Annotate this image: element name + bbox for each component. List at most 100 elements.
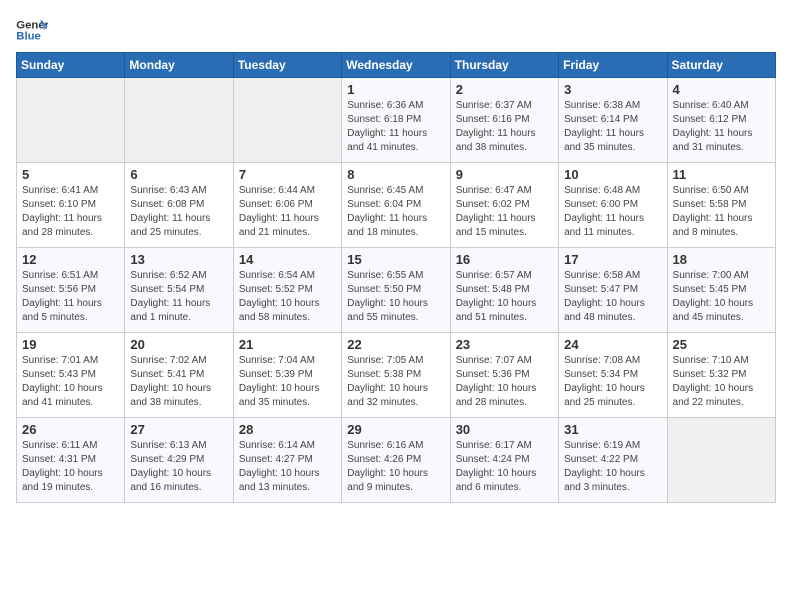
cell-content: Sunrise: 7:10 AM Sunset: 5:32 PM Dayligh… bbox=[673, 354, 770, 410]
weekday-header-tuesday: Tuesday bbox=[233, 53, 341, 78]
cell-content: Sunrise: 6:17 AM Sunset: 4:24 PM Dayligh… bbox=[456, 439, 553, 495]
day-number: 16 bbox=[456, 252, 553, 267]
day-number: 30 bbox=[456, 422, 553, 437]
weekday-header-sunday: Sunday bbox=[17, 53, 125, 78]
cell-content: Sunrise: 6:11 AM Sunset: 4:31 PM Dayligh… bbox=[22, 439, 119, 495]
calendar-cell: 4Sunrise: 6:40 AM Sunset: 6:12 PM Daylig… bbox=[667, 78, 775, 163]
calendar-cell: 12 Sunrise: 6:51 AM Sunset: 5:56 PM Dayli… bbox=[17, 248, 125, 333]
cell-content: Sunrise: 6:13 AM Sunset: 4:29 PM Dayligh… bbox=[130, 439, 227, 495]
cell-content: Sunrise: 6:37 AM Sunset: 6:16 PM Dayligh… bbox=[456, 99, 553, 155]
cell-content: Sunrise: 7:05 AM Sunset: 5:38 PM Dayligh… bbox=[347, 354, 444, 410]
cell-content: Sunrise: 7:08 AM Sunset: 5:34 PM Dayligh… bbox=[564, 354, 661, 410]
calendar-cell: 25 Sunrise: 7:10 AM Sunset: 5:32 PM Dayli… bbox=[667, 333, 775, 418]
calendar-cell: 17 Sunrise: 6:58 AM Sunset: 5:47 PM Dayli… bbox=[559, 248, 667, 333]
calendar-cell: 16 Sunrise: 6:57 AM Sunset: 5:48 PM Dayli… bbox=[450, 248, 558, 333]
cell-content: Sunrise: 6:47 AM Sunset: 6:02 PM Dayligh… bbox=[456, 184, 553, 240]
calendar-cell: 15Sunrise: 6:55 AM Sunset: 5:50 PM Dayli… bbox=[342, 248, 450, 333]
cell-content: Sunrise: 6:50 AM Sunset: 5:58 PM Dayligh… bbox=[673, 184, 770, 240]
weekday-header-friday: Friday bbox=[559, 53, 667, 78]
calendar-cell: 8Sunrise: 6:45 AM Sunset: 6:04 PM Daylig… bbox=[342, 163, 450, 248]
day-number: 28 bbox=[239, 422, 336, 437]
weekday-header-thursday: Thursday bbox=[450, 53, 558, 78]
cell-content: Sunrise: 6:14 AM Sunset: 4:27 PM Dayligh… bbox=[239, 439, 336, 495]
day-number: 22 bbox=[347, 337, 444, 352]
page-header: General Blue bbox=[16, 16, 776, 44]
calendar-cell: 29Sunrise: 6:16 AM Sunset: 4:26 PM Dayli… bbox=[342, 418, 450, 503]
day-number: 15 bbox=[347, 252, 444, 267]
day-number: 11 bbox=[673, 167, 770, 182]
calendar-cell: 20 Sunrise: 7:02 AM Sunset: 5:41 PM Dayli… bbox=[125, 333, 233, 418]
week-row-3: 12 Sunrise: 6:51 AM Sunset: 5:56 PM Dayli… bbox=[17, 248, 776, 333]
calendar-cell: 6 Sunrise: 6:43 AM Sunset: 6:08 PM Daylig… bbox=[125, 163, 233, 248]
calendar-cell: 14 Sunrise: 6:54 AM Sunset: 5:52 PM Dayli… bbox=[233, 248, 341, 333]
cell-content: Sunrise: 6:38 AM Sunset: 6:14 PM Dayligh… bbox=[564, 99, 661, 155]
cell-content: Sunrise: 7:02 AM Sunset: 5:41 PM Dayligh… bbox=[130, 354, 227, 410]
day-number: 14 bbox=[239, 252, 336, 267]
day-number: 20 bbox=[130, 337, 227, 352]
weekday-header-monday: Monday bbox=[125, 53, 233, 78]
calendar-cell: 18 Sunrise: 7:00 AM Sunset: 5:45 PM Dayli… bbox=[667, 248, 775, 333]
day-number: 10 bbox=[564, 167, 661, 182]
week-row-2: 5Sunrise: 6:41 AM Sunset: 6:10 PM Daylig… bbox=[17, 163, 776, 248]
calendar-table: SundayMondayTuesdayWednesdayThursdayFrid… bbox=[16, 52, 776, 503]
day-number: 23 bbox=[456, 337, 553, 352]
calendar-cell: 31 Sunrise: 6:19 AM Sunset: 4:22 PM Dayli… bbox=[559, 418, 667, 503]
calendar-cell: 3 Sunrise: 6:38 AM Sunset: 6:14 PM Daylig… bbox=[559, 78, 667, 163]
logo-icon: General Blue bbox=[16, 16, 48, 44]
calendar-cell bbox=[17, 78, 125, 163]
day-number: 7 bbox=[239, 167, 336, 182]
cell-content: Sunrise: 7:00 AM Sunset: 5:45 PM Dayligh… bbox=[673, 269, 770, 325]
day-number: 2 bbox=[456, 82, 553, 97]
day-number: 18 bbox=[673, 252, 770, 267]
cell-content: Sunrise: 6:43 AM Sunset: 6:08 PM Dayligh… bbox=[130, 184, 227, 240]
weekday-header-row: SundayMondayTuesdayWednesdayThursdayFrid… bbox=[17, 53, 776, 78]
calendar-cell: 19 Sunrise: 7:01 AM Sunset: 5:43 PM Dayli… bbox=[17, 333, 125, 418]
day-number: 19 bbox=[22, 337, 119, 352]
day-number: 17 bbox=[564, 252, 661, 267]
cell-content: Sunrise: 7:04 AM Sunset: 5:39 PM Dayligh… bbox=[239, 354, 336, 410]
week-row-4: 19 Sunrise: 7:01 AM Sunset: 5:43 PM Dayli… bbox=[17, 333, 776, 418]
cell-content: Sunrise: 6:58 AM Sunset: 5:47 PM Dayligh… bbox=[564, 269, 661, 325]
cell-content: Sunrise: 6:41 AM Sunset: 6:10 PM Dayligh… bbox=[22, 184, 119, 240]
calendar-cell: 5Sunrise: 6:41 AM Sunset: 6:10 PM Daylig… bbox=[17, 163, 125, 248]
calendar-cell: 27Sunrise: 6:13 AM Sunset: 4:29 PM Dayli… bbox=[125, 418, 233, 503]
cell-content: Sunrise: 6:57 AM Sunset: 5:48 PM Dayligh… bbox=[456, 269, 553, 325]
calendar-cell: 21Sunrise: 7:04 AM Sunset: 5:39 PM Dayli… bbox=[233, 333, 341, 418]
day-number: 25 bbox=[673, 337, 770, 352]
cell-content: Sunrise: 6:19 AM Sunset: 4:22 PM Dayligh… bbox=[564, 439, 661, 495]
day-number: 6 bbox=[130, 167, 227, 182]
calendar-cell: 11 Sunrise: 6:50 AM Sunset: 5:58 PM Dayli… bbox=[667, 163, 775, 248]
calendar-cell: 24Sunrise: 7:08 AM Sunset: 5:34 PM Dayli… bbox=[559, 333, 667, 418]
cell-content: Sunrise: 7:07 AM Sunset: 5:36 PM Dayligh… bbox=[456, 354, 553, 410]
calendar-cell: 22 Sunrise: 7:05 AM Sunset: 5:38 PM Dayli… bbox=[342, 333, 450, 418]
svg-text:Blue: Blue bbox=[16, 31, 41, 43]
weekday-header-saturday: Saturday bbox=[667, 53, 775, 78]
weekday-header-wednesday: Wednesday bbox=[342, 53, 450, 78]
cell-content: Sunrise: 6:36 AM Sunset: 6:18 PM Dayligh… bbox=[347, 99, 444, 155]
calendar-cell bbox=[233, 78, 341, 163]
calendar-cell: 28 Sunrise: 6:14 AM Sunset: 4:27 PM Dayli… bbox=[233, 418, 341, 503]
cell-content: Sunrise: 6:40 AM Sunset: 6:12 PM Dayligh… bbox=[673, 99, 770, 155]
day-number: 13 bbox=[130, 252, 227, 267]
day-number: 26 bbox=[22, 422, 119, 437]
day-number: 1 bbox=[347, 82, 444, 97]
cell-content: Sunrise: 6:16 AM Sunset: 4:26 PM Dayligh… bbox=[347, 439, 444, 495]
calendar-cell: 10 Sunrise: 6:48 AM Sunset: 6:00 PM Dayli… bbox=[559, 163, 667, 248]
cell-content: Sunrise: 6:45 AM Sunset: 6:04 PM Dayligh… bbox=[347, 184, 444, 240]
day-number: 9 bbox=[456, 167, 553, 182]
day-number: 31 bbox=[564, 422, 661, 437]
week-row-1: 1 Sunrise: 6:36 AM Sunset: 6:18 PM Daylig… bbox=[17, 78, 776, 163]
calendar-cell bbox=[667, 418, 775, 503]
day-number: 12 bbox=[22, 252, 119, 267]
cell-content: Sunrise: 6:48 AM Sunset: 6:00 PM Dayligh… bbox=[564, 184, 661, 240]
day-number: 3 bbox=[564, 82, 661, 97]
calendar-cell bbox=[125, 78, 233, 163]
calendar-cell: 30 Sunrise: 6:17 AM Sunset: 4:24 PM Dayli… bbox=[450, 418, 558, 503]
cell-content: Sunrise: 7:01 AM Sunset: 5:43 PM Dayligh… bbox=[22, 354, 119, 410]
logo: General Blue bbox=[16, 16, 48, 44]
calendar-cell: 23 Sunrise: 7:07 AM Sunset: 5:36 PM Dayli… bbox=[450, 333, 558, 418]
calendar-cell: 1 Sunrise: 6:36 AM Sunset: 6:18 PM Daylig… bbox=[342, 78, 450, 163]
cell-content: Sunrise: 6:54 AM Sunset: 5:52 PM Dayligh… bbox=[239, 269, 336, 325]
calendar-cell: 2 Sunrise: 6:37 AM Sunset: 6:16 PM Daylig… bbox=[450, 78, 558, 163]
cell-content: Sunrise: 6:51 AM Sunset: 5:56 PM Dayligh… bbox=[22, 269, 119, 325]
